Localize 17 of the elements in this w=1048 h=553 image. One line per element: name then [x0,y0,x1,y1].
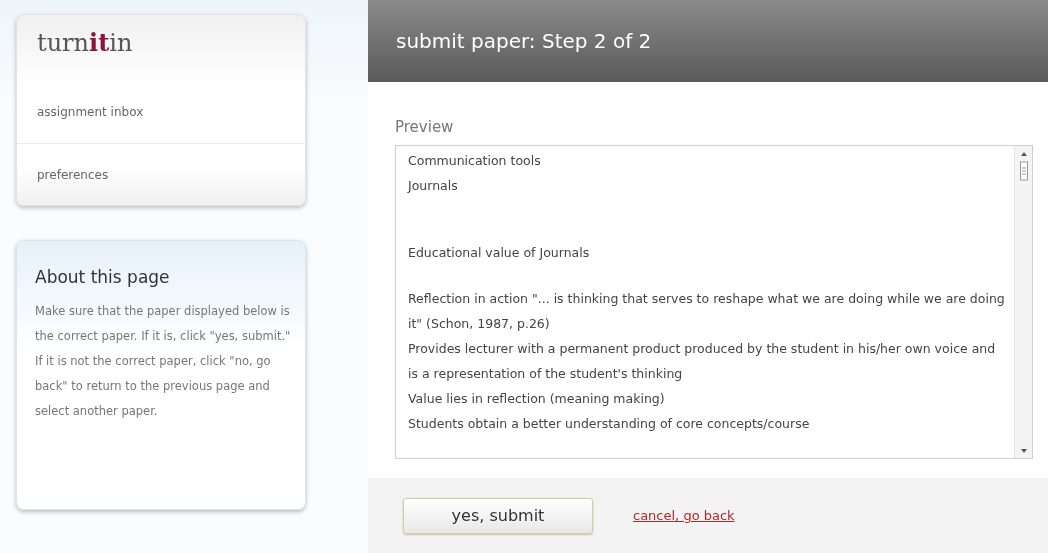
sidebar-link[interactable]: assignment inbox [37,103,144,121]
preview-text: Value lies in reflection (meaning making) [408,389,666,408]
sidebar-link[interactable]: preferences [37,165,109,184]
cancel-link[interactable]: cancel, go back [633,506,735,526]
preview-text: Reflection in action "... is thinking that serves to reshape what we are doing while we are doing it" (Schon, 1987, p.26) [408,289,1006,333]
preview-text: Educational value of Journals [408,243,591,262]
submit-button[interactable]: yes, submit [403,498,593,534]
preview-label: Preview [395,117,455,138]
turnitin-logo: turnitin [37,29,133,57]
preview-text: Communication tools [408,151,542,170]
about-text: Make sure that the paper displayed below is the correct paper. If it is, click "yes, submit." If it is not the correct paper, click "no, go back" to return to the previous page and select another paper. [35,302,291,420]
about-title: About this page [35,266,171,289]
page-title: submit paper: Step 2 of 2 [396,28,652,55]
preview-text: Students obtain a better understanding of core concepts/course [408,414,811,433]
scrollbar-icon [1014,145,1032,458]
preview-text: Provides lecturer with a permanent product produced by the student in his/her own voice and is a representation of the student's thinking [408,339,997,383]
preview-text: Journals [408,176,459,195]
